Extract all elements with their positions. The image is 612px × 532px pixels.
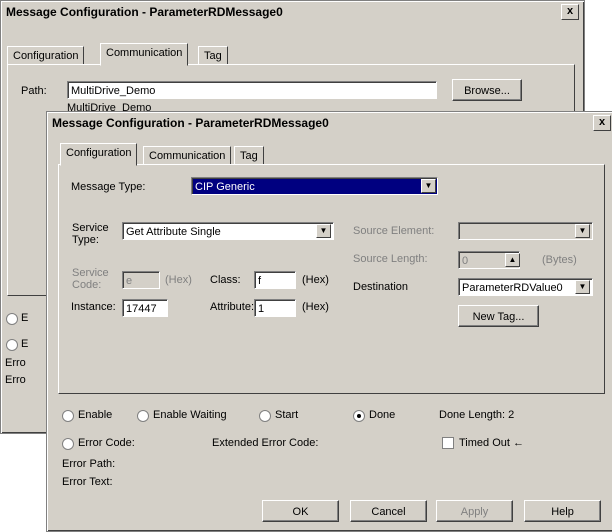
enable-label: Enable [78, 409, 113, 421]
tab-communication[interactable]: Communication [143, 146, 232, 166]
message-type-select[interactable]: CIP Generic [191, 177, 438, 195]
class-label: Class: [210, 274, 241, 286]
back-tab-configuration[interactable]: Configuration [7, 46, 85, 66]
error-code-radio [62, 438, 74, 450]
class-hex-label: (Hex) [302, 274, 329, 286]
message-type-dropdown-icon[interactable]: ▼ [421, 179, 436, 193]
back-radio-enable [6, 313, 18, 325]
destination-select[interactable]: ParameterRDValue0 [458, 278, 593, 296]
back-tab-communication[interactable]: Communication [100, 43, 189, 66]
source-length-spinner-icon[interactable]: ▲ [505, 253, 520, 267]
enable-waiting-label: Enable Waiting [153, 409, 227, 421]
timed-out-arrow-icon: ← [513, 437, 524, 449]
service-code-label: Service Code: [72, 267, 109, 291]
back-radio-error [6, 339, 18, 351]
enable-waiting-radio [137, 410, 149, 422]
instance-input[interactable]: 17447 [122, 299, 168, 317]
message-type-label: Message Type: [71, 181, 146, 193]
message-type-value: CIP Generic [195, 181, 255, 193]
new-tag-button[interactable]: New Tag... [458, 305, 539, 327]
path-label: Path: [21, 85, 47, 97]
destination-value: ParameterRDValue0 [462, 282, 563, 294]
browse-button[interactable]: Browse... [452, 79, 522, 101]
service-code-hex-label: (Hex) [165, 274, 192, 286]
attribute-label: Attribute: [210, 301, 255, 313]
source-length-label: Source Length: [353, 253, 428, 265]
service-type-label: Service Type: [72, 222, 109, 246]
enable-radio [62, 410, 74, 422]
service-type-value: Get Attribute Single [126, 226, 221, 238]
instance-label: Instance: [71, 301, 116, 313]
attribute-input[interactable]: 1 [254, 299, 296, 317]
timed-out-label: Timed Out [459, 437, 510, 449]
done-length-text: Done Length: 2 [439, 409, 515, 421]
back-tab-tag[interactable]: Tag [198, 46, 228, 66]
timed-out-checkbox[interactable] [442, 437, 454, 449]
source-element-dropdown-icon[interactable]: ▼ [575, 224, 590, 238]
help-button[interactable]: Help [524, 500, 601, 522]
error-code-label: Error Code: [78, 437, 135, 449]
back-side-label: E [21, 312, 29, 324]
error-text-label: Error Text: [62, 476, 113, 488]
source-element-label: Source Element: [353, 225, 435, 237]
apply-button[interactable]: Apply [436, 500, 513, 522]
back-side-label: E [21, 338, 29, 350]
back-side-label: Erro [5, 374, 26, 386]
destination-label: Destination [353, 281, 409, 293]
service-type-dropdown-icon[interactable]: ▼ [316, 224, 331, 238]
done-radio [353, 410, 365, 422]
start-radio [259, 410, 271, 422]
start-label: Start [275, 409, 299, 421]
cancel-button[interactable]: Cancel [350, 500, 427, 522]
destination-dropdown-icon[interactable]: ▼ [575, 280, 590, 294]
service-type-select[interactable]: Get Attribute Single [122, 222, 334, 240]
back-close-button[interactable]: x [561, 4, 579, 20]
error-path-label: Error Path: [62, 458, 116, 470]
class-input[interactable]: f [254, 271, 296, 289]
front-dialog-title: Message Configuration - ParameterRDMessa… [49, 114, 611, 132]
tab-configuration[interactable]: Configuration [60, 143, 138, 166]
path-input[interactable]: MultiDrive_Demo [67, 81, 437, 99]
front-dialog: Message Configuration - ParameterRDMessa… [46, 111, 612, 532]
ok-button[interactable]: OK [262, 500, 339, 522]
attribute-hex-label: (Hex) [302, 301, 329, 313]
bytes-label: (Bytes) [542, 254, 577, 266]
source-element-select[interactable] [458, 222, 593, 240]
tab-tag[interactable]: Tag [234, 146, 264, 166]
done-label: Done [369, 409, 396, 421]
front-close-button[interactable]: x [593, 115, 611, 131]
service-code-input[interactable]: e [122, 271, 160, 289]
back-side-label: Erro [5, 357, 26, 369]
back-dialog-title: Message Configuration - ParameterRDMessa… [3, 3, 582, 21]
extended-error-code-label: Extended Error Code: [212, 437, 319, 449]
